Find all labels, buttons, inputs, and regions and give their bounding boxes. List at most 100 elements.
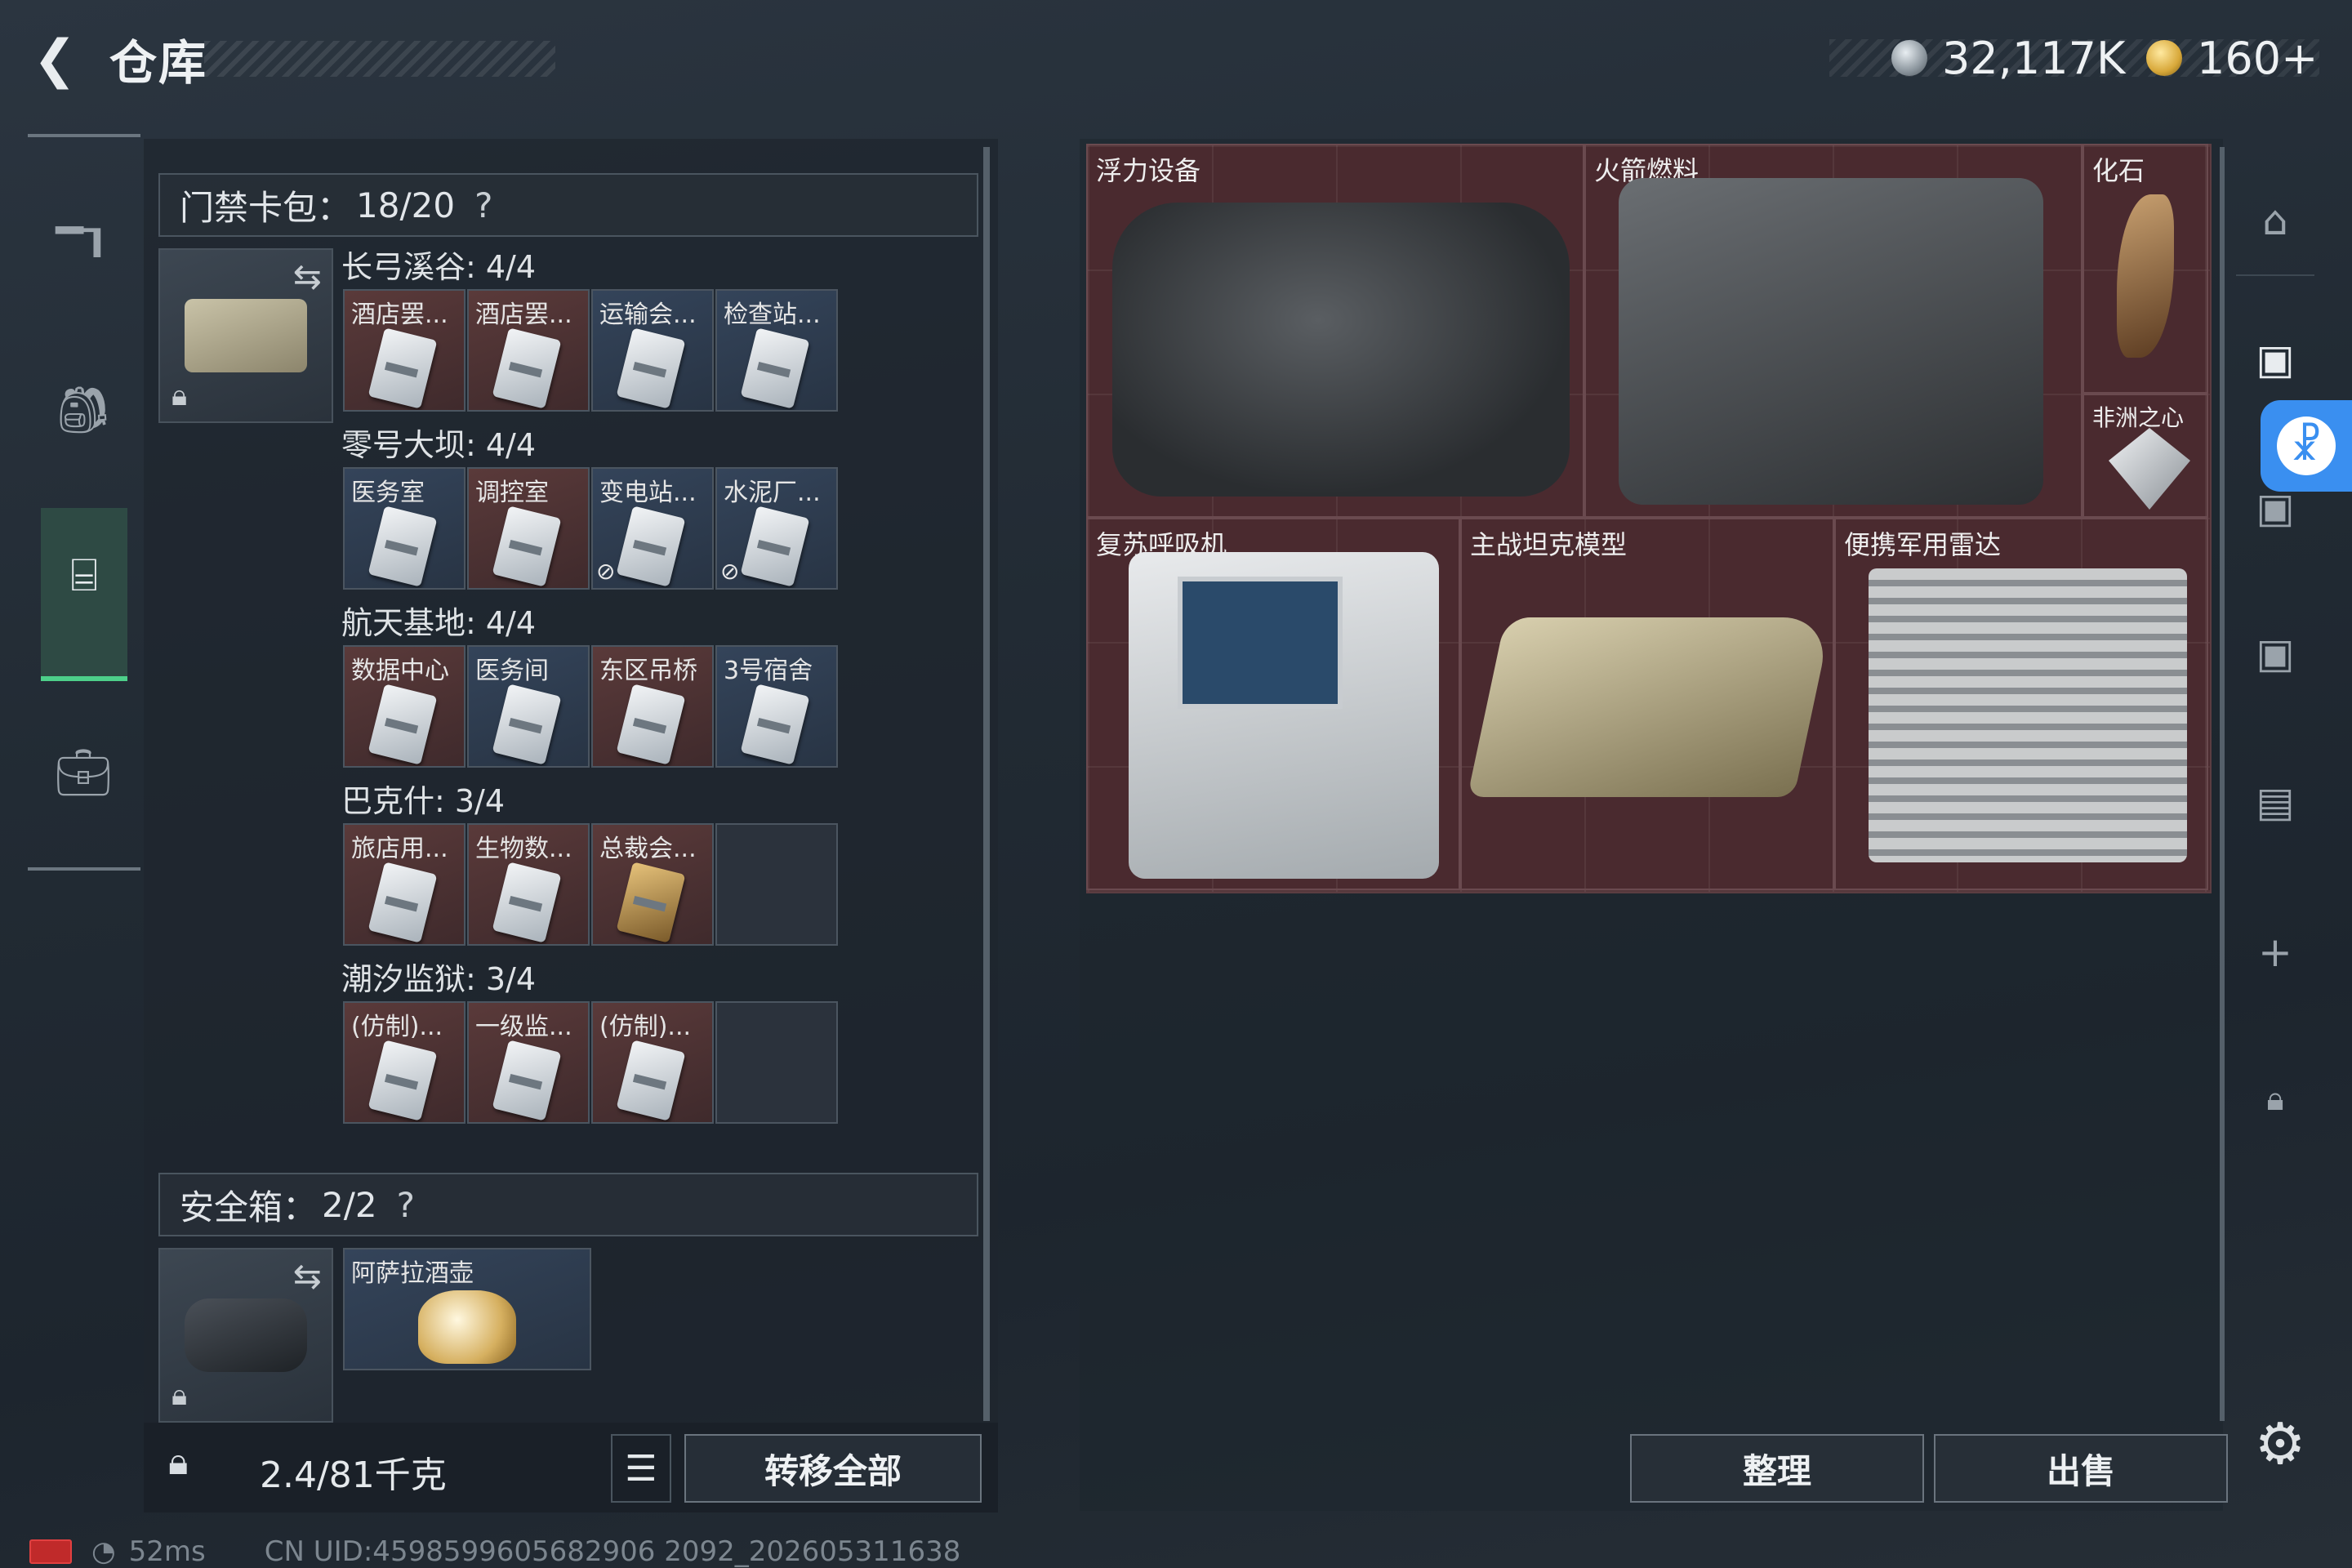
storage-tab-5-icon[interactable]: ▣ bbox=[2241, 619, 2310, 688]
keycard-slot[interactable]: 总裁会... bbox=[591, 823, 714, 946]
status-bar: ◔ 52ms CN UID:4598599605682906 2092_2026… bbox=[29, 1535, 960, 1568]
storage-item[interactable]: 化石 bbox=[2082, 144, 2208, 394]
storage-item[interactable]: 复苏呼吸机 bbox=[1086, 518, 1460, 890]
lock-icon: 🔒︎ bbox=[172, 1379, 188, 1412]
keycard-slot[interactable]: 运输会... bbox=[591, 289, 714, 412]
keycard-group-title: 航天基地: 4/4 bbox=[341, 605, 537, 641]
keycard-slot[interactable]: 调控室 bbox=[467, 467, 590, 590]
gold-coin-icon bbox=[2146, 40, 2182, 76]
keycard-group-title: 巴克什: 3/4 bbox=[341, 783, 506, 819]
diamond-image bbox=[2109, 428, 2190, 510]
item-label: 便携军用雷达 bbox=[1844, 529, 2002, 560]
keycard-slot[interactable]: 医务室 bbox=[343, 467, 466, 590]
storage-tab-4-icon[interactable]: ▣ bbox=[2241, 325, 2310, 394]
keycard-slot[interactable]: 酒店罢... bbox=[467, 289, 590, 412]
storage-item[interactable]: 火箭燃料 bbox=[1584, 144, 2082, 518]
card-case-icon: ⌸ bbox=[70, 549, 98, 602]
accessibility-button[interactable]: ☧ bbox=[2261, 400, 2352, 492]
gear-icon[interactable]: ⚙ bbox=[2247, 1411, 2313, 1477]
keycard-slot[interactable]: 酒店罢... bbox=[343, 289, 466, 412]
right-scrollbar[interactable] bbox=[2220, 147, 2225, 1421]
keycard-group-title: 长弓溪谷: 4/4 bbox=[341, 249, 537, 285]
flask-image bbox=[418, 1290, 516, 1364]
top-bar: ❮ 仓库 32,117K 160+ bbox=[0, 0, 2352, 122]
silver-coin-icon bbox=[1891, 40, 1927, 76]
keycard-pack-count: 18/20 bbox=[356, 185, 456, 225]
weight-kg-icon: 🔒︎ bbox=[168, 1439, 189, 1483]
keycard-group-title: 潮汐监狱: 3/4 bbox=[341, 961, 537, 997]
keycard-slot[interactable]: 变电站... ⊘ bbox=[591, 467, 714, 590]
keycard-slot[interactable]: 生物数... bbox=[467, 823, 590, 946]
silver-currency-value: 32,117K bbox=[1942, 32, 2126, 84]
safe-box-slot[interactable]: ⇆ 🔒︎ bbox=[158, 1248, 333, 1423]
nav-divider-bottom bbox=[28, 867, 140, 871]
keycard-slot-empty[interactable] bbox=[715, 1001, 838, 1124]
keycard-slot[interactable]: (仿制)... bbox=[591, 1001, 714, 1124]
rifle-icon: ━┒ bbox=[56, 203, 111, 257]
uid-text: CN UID:4598599605682906 2092_20260531163… bbox=[264, 1535, 961, 1568]
storage-item[interactable]: 便携军用雷达 bbox=[1834, 518, 2208, 890]
storage-item[interactable]: 主战坦克模型 bbox=[1460, 518, 1834, 890]
safe-box-count: 2/2 bbox=[322, 1184, 377, 1225]
left-scrollbar[interactable] bbox=[983, 147, 990, 1421]
battery-icon bbox=[29, 1539, 72, 1564]
sell-button[interactable]: 出售 bbox=[1934, 1434, 2228, 1503]
sort-button[interactable]: 整理 bbox=[1630, 1434, 1924, 1503]
nav-toolbox[interactable]: 💼︎ bbox=[41, 730, 126, 815]
keycard-pack-image bbox=[185, 299, 307, 372]
nav-backpack[interactable]: 🎒︎ bbox=[41, 368, 126, 452]
safe-box-image bbox=[185, 1298, 307, 1372]
nav-weapons[interactable]: ━┒ bbox=[41, 188, 126, 273]
swap-icon[interactable]: ⇆ bbox=[293, 256, 322, 296]
item-label: 主战坦克模型 bbox=[1470, 529, 1628, 560]
page-title: 仓库 bbox=[109, 35, 208, 91]
ventilator-screen bbox=[1178, 577, 1343, 709]
tank-model-image bbox=[1467, 617, 1833, 797]
storage-tab-6-icon[interactable]: ▤ bbox=[2241, 768, 2310, 836]
toolbar-divider bbox=[2236, 274, 2314, 276]
keycard-slot[interactable]: 东区吊桥 bbox=[591, 645, 714, 768]
title-stripe-decoration bbox=[204, 41, 555, 77]
gold-currency-value: 160+ bbox=[2197, 32, 2319, 84]
back-arrow-icon[interactable]: ❮ bbox=[26, 31, 83, 88]
keycard-help-icon[interactable]: ? bbox=[474, 185, 492, 225]
item-label: 化石 bbox=[2092, 155, 2145, 186]
fossil-claw-image bbox=[2117, 194, 2174, 358]
keycard-slot[interactable]: 检查站... bbox=[715, 289, 838, 412]
storage-item[interactable]: 浮力设备 bbox=[1086, 144, 1584, 518]
silver-currency: 32,117K bbox=[1891, 29, 2125, 87]
keycard-slot[interactable]: (仿制)... bbox=[343, 1001, 466, 1124]
backpack-icon: 🎒︎ bbox=[54, 384, 113, 437]
accessibility-icon: ☧ bbox=[2277, 416, 2336, 475]
transfer-all-button[interactable]: 转移全部 bbox=[684, 1434, 982, 1503]
keycard-slot[interactable]: 医务间 bbox=[467, 645, 590, 768]
list-view-button[interactable]: ☰ bbox=[611, 1434, 671, 1503]
storage-home-icon[interactable]: ⌂ bbox=[2241, 186, 2310, 255]
gold-currency[interactable]: 160+ bbox=[2146, 29, 2318, 87]
lock-icon: 🔒︎ bbox=[172, 379, 188, 412]
nav-keycard-case-selected[interactable]: ⌸ bbox=[41, 508, 127, 681]
storage-item[interactable]: 非洲之心 bbox=[2082, 394, 2208, 518]
keycard-slot[interactable]: 数据中心 bbox=[343, 645, 466, 768]
portable-radar-image bbox=[1869, 568, 2187, 862]
list-icon: ☰ bbox=[625, 1447, 657, 1490]
swap-icon[interactable]: ⇆ bbox=[293, 1256, 322, 1296]
safe-box-help-icon[interactable]: ? bbox=[397, 1185, 415, 1225]
weight-value: 2.4/81千克 bbox=[260, 1454, 447, 1496]
item-label: 非洲之心 bbox=[2092, 404, 2185, 431]
toolbox-icon: 💼︎ bbox=[54, 746, 113, 800]
no-repair-icon: ⊘ bbox=[596, 558, 616, 585]
keycard-slot[interactable]: 3号宿舍 bbox=[715, 645, 838, 768]
keycard-slot[interactable]: 水泥厂... ⊘ bbox=[715, 467, 838, 590]
nav-divider-top bbox=[28, 134, 140, 137]
buoyancy-device-image bbox=[1112, 203, 1570, 497]
keycard-slot[interactable]: 一级监... bbox=[467, 1001, 590, 1124]
ping-value: 52ms bbox=[128, 1535, 206, 1568]
keycard-pack-slot[interactable]: ⇆ 🔒︎ bbox=[158, 248, 333, 423]
item-label: 浮力设备 bbox=[1096, 155, 1201, 186]
safe-box-item-label: 阿萨拉酒壶 bbox=[351, 1259, 474, 1288]
add-storage-icon[interactable]: + bbox=[2241, 918, 2310, 987]
keycard-slot-empty[interactable] bbox=[715, 823, 838, 946]
keycard-slot[interactable]: 旅店用... bbox=[343, 823, 466, 946]
safe-box-item[interactable]: 阿萨拉酒壶 bbox=[343, 1248, 591, 1370]
